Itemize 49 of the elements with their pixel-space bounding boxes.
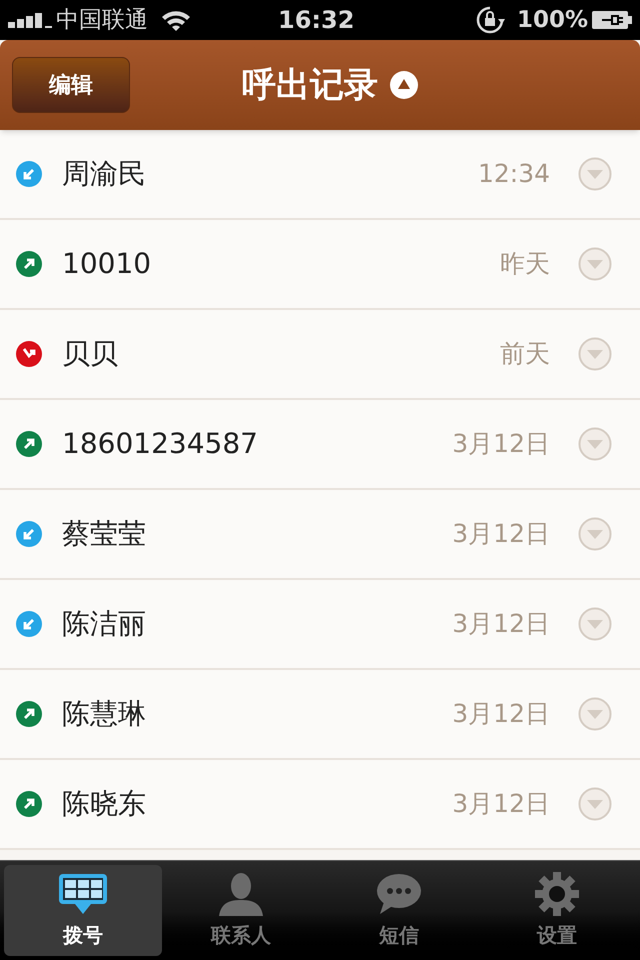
call-time: 3月12日 [452,518,550,550]
caret-up-icon[interactable] [390,71,418,99]
call-time: 3月12日 [452,788,550,820]
expand-icon[interactable] [578,247,612,281]
call-row[interactable]: 陈晓东 3月12日 [0,760,640,850]
expand-icon[interactable] [578,517,612,551]
expand-icon[interactable] [578,427,612,461]
carrier-name: 中国联通 [56,6,148,35]
tab[interactable]: 联系人 [162,865,320,956]
call-row[interactable]: 陈洁丽 3月12日 [0,580,640,670]
tab[interactable]: 拨号 [4,865,162,956]
call-row[interactable]: 18601234587 3月12日 [0,400,640,490]
tab[interactable]: 短信 [320,865,478,956]
battery-icon [592,10,632,30]
call-row[interactable]: 蔡莹莹 3月12日 [0,490,640,580]
call-time: 昨天 [500,248,550,280]
tab[interactable]: 设置 [478,865,636,956]
contact-name: 周渝民 [62,156,146,192]
call-time: 3月12日 [452,428,550,460]
contact-name: 18601234587 [62,426,258,462]
person-icon [217,872,265,916]
contact-name: 陈慧琳 [62,696,146,732]
call-time: 3月12日 [452,698,550,730]
clock-time: 16:32 [278,5,354,36]
call-row[interactable]: 周渝民 12:34 [0,130,640,220]
chat-bubble-icon [376,872,422,916]
call-time: 前天 [500,338,550,370]
contact-name: 贝贝 [62,336,118,372]
edit-button[interactable]: 编辑 [12,57,130,113]
call-row[interactable]: 陈慧琳 3月12日 [0,670,640,760]
call-row[interactable]: 10010 昨天 [0,220,640,310]
header-title: 呼出记录 [242,64,378,106]
call-time: 12:34 [478,158,550,190]
expand-icon[interactable] [578,337,612,371]
rotation-lock-icon [474,5,505,35]
battery-percent: 100% [516,6,588,35]
keypad-icon [57,872,109,916]
signal-icon [8,12,52,28]
call-time: 3月12日 [452,608,550,640]
call-row[interactable]: 贝贝 前天 [0,310,640,400]
contact-name: 蔡莹莹 [62,516,146,552]
gear-icon [534,872,580,916]
contact-name: 陈洁丽 [62,606,146,642]
expand-icon[interactable] [578,157,612,191]
contact-name: 10010 [62,246,152,282]
contact-name: 陈晓东 [62,786,146,822]
expand-icon[interactable] [578,787,612,821]
expand-icon[interactable] [578,607,612,641]
expand-icon[interactable] [578,697,612,731]
